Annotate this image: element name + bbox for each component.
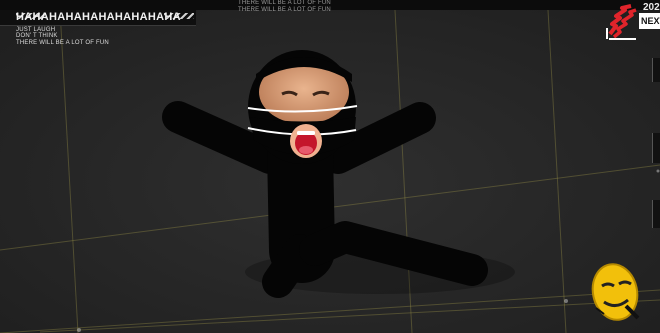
side-tab[interactable] [652, 200, 660, 228]
page-title: HAHAHAHAHAHAHAHAHAHA [16, 11, 181, 23]
ghost-subtitle: THERE WILL BE A LOT OF FUN THERE WILL BE… [238, 0, 331, 14]
caption-line: THERE WILL BE A LOT OF FUN [16, 39, 109, 46]
caption-block: JUST LAUGH DON' T THINK THERE WILL BE A … [16, 27, 109, 46]
yellow-mask-icon [591, 263, 640, 321]
video-frame: THERE WILL BE A LOT OF FUN THERE WILL BE… [0, 0, 660, 333]
side-tab[interactable] [652, 133, 660, 163]
background-scene [0, 0, 660, 333]
year-label: 202 [643, 2, 660, 13]
ghost-line: THERE WILL BE A LOT OF FUN [238, 0, 331, 6]
red-scribble-sticker-icon [606, 4, 637, 40]
side-tab[interactable] [652, 58, 660, 82]
next-button[interactable]: NEXT [639, 13, 660, 29]
ghost-line: THERE WILL BE A LOT OF FUN [238, 7, 331, 13]
face [247, 50, 358, 164]
